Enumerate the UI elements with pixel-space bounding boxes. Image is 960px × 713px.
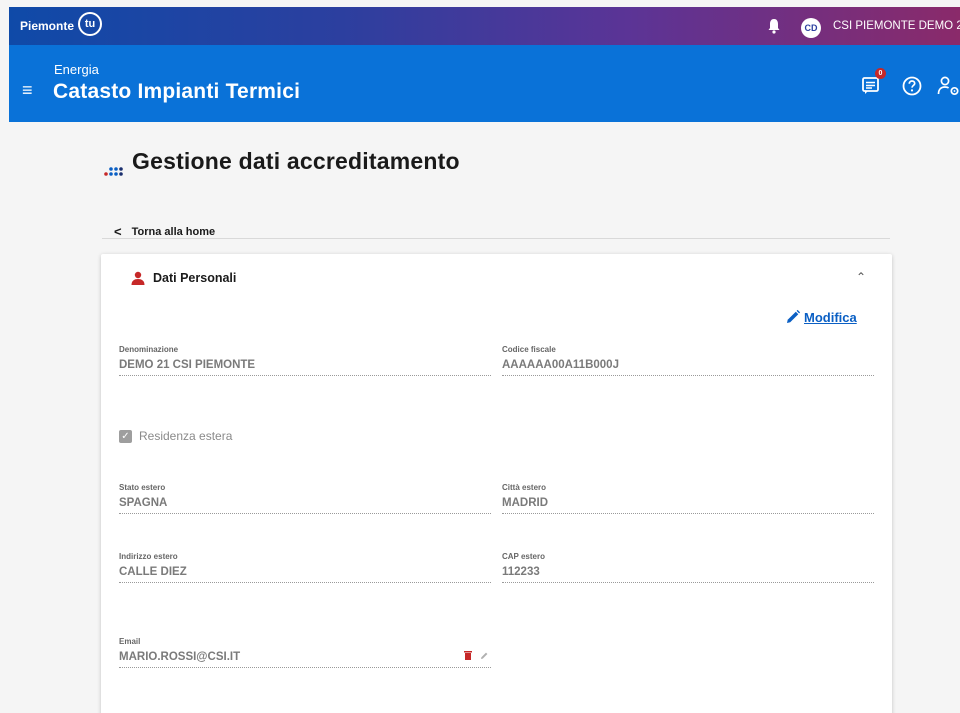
brand-name: Piemonte bbox=[20, 19, 75, 33]
divider bbox=[102, 238, 890, 239]
field-label: Città estero bbox=[502, 483, 547, 492]
app-title: Catasto Impianti Termici bbox=[53, 80, 301, 103]
page-title: Gestione dati accreditamento bbox=[132, 148, 460, 174]
bell-icon[interactable] bbox=[767, 18, 781, 34]
stato-estero-field[interactable]: Stato estero SPAGNA bbox=[119, 483, 491, 514]
field-value: DEMO 21 CSI PIEMONTE bbox=[119, 359, 256, 371]
field-label: Email bbox=[119, 637, 141, 646]
card-header[interactable]: Dati Personali bbox=[131, 271, 236, 285]
username[interactable]: CSI PIEMONTE DEMO 21 bbox=[833, 20, 960, 32]
tu-logo-icon: tu bbox=[78, 12, 103, 36]
field-label: CAP estero bbox=[502, 552, 545, 561]
email-field[interactable]: Email MARIO.ROSSI@CSI.IT bbox=[119, 637, 491, 668]
app-header: ≡ Energia Catasto Impianti Termici 0 bbox=[9, 45, 960, 122]
cap-estero-field[interactable]: CAP estero 112233 bbox=[502, 552, 874, 583]
denominazione-field[interactable]: Denominazione DEMO 21 CSI PIEMONTE bbox=[119, 345, 491, 376]
field-value: CALLE DIEZ bbox=[119, 566, 187, 578]
field-value: MADRID bbox=[502, 497, 548, 509]
top-bar: Piemonte tu CD CSI PIEMONTE DEMO 21 ▾ bbox=[9, 7, 960, 45]
residenza-estera-checkbox[interactable]: ✓ Residenza estera bbox=[119, 429, 232, 443]
checkbox-label: Residenza estera bbox=[139, 429, 233, 443]
back-home-label: Torna alla home bbox=[131, 225, 216, 238]
citta-estero-field[interactable]: Città estero MADRID bbox=[502, 483, 874, 514]
field-value: 112233 bbox=[502, 566, 540, 578]
field-label: Codice fiscale bbox=[502, 345, 556, 354]
edit-label: Modifica bbox=[804, 309, 857, 325]
app-subtitle: Energia bbox=[54, 62, 99, 77]
card-title: Dati Personali bbox=[153, 271, 237, 285]
user-settings-icon[interactable] bbox=[937, 75, 960, 97]
chevron-left-icon: < bbox=[114, 224, 122, 239]
field-value: AAAAAA00A11B000J bbox=[502, 359, 619, 371]
pencil-icon bbox=[787, 309, 801, 323]
menu-icon[interactable]: ≡ bbox=[22, 81, 33, 99]
field-value: SPAGNA bbox=[119, 497, 168, 509]
field-label: Stato estero bbox=[119, 483, 166, 492]
codice-fiscale-field[interactable]: Codice fiscale AAAAAA00A11B000J bbox=[502, 345, 874, 376]
email-actions bbox=[464, 651, 489, 660]
field-label: Denominazione bbox=[119, 345, 179, 354]
checkbox-checked-icon[interactable]: ✓ bbox=[119, 429, 132, 443]
back-home-link[interactable]: < Torna alla home bbox=[114, 224, 215, 239]
brand-logo[interactable]: Piemonte tu bbox=[20, 12, 103, 36]
help-icon[interactable] bbox=[901, 75, 923, 97]
indirizzo-estero-field[interactable]: Indirizzo estero CALLE DIEZ bbox=[119, 552, 491, 583]
trash-icon[interactable] bbox=[464, 651, 472, 660]
pencil-icon[interactable] bbox=[480, 651, 489, 660]
messages-badge: 0 bbox=[875, 68, 886, 79]
edit-button[interactable]: Modifica bbox=[785, 309, 857, 325]
personal-data-card: Dati Personali ⌃ Modifica Denominazione … bbox=[101, 254, 892, 713]
person-icon bbox=[131, 271, 145, 285]
title-dots-icon bbox=[104, 167, 123, 176]
field-label: Indirizzo estero bbox=[119, 552, 178, 561]
chevron-up-icon[interactable]: ⌃ bbox=[856, 270, 866, 284]
avatar[interactable]: CD bbox=[801, 18, 821, 38]
field-value: MARIO.ROSSI@CSI.IT bbox=[119, 651, 241, 663]
